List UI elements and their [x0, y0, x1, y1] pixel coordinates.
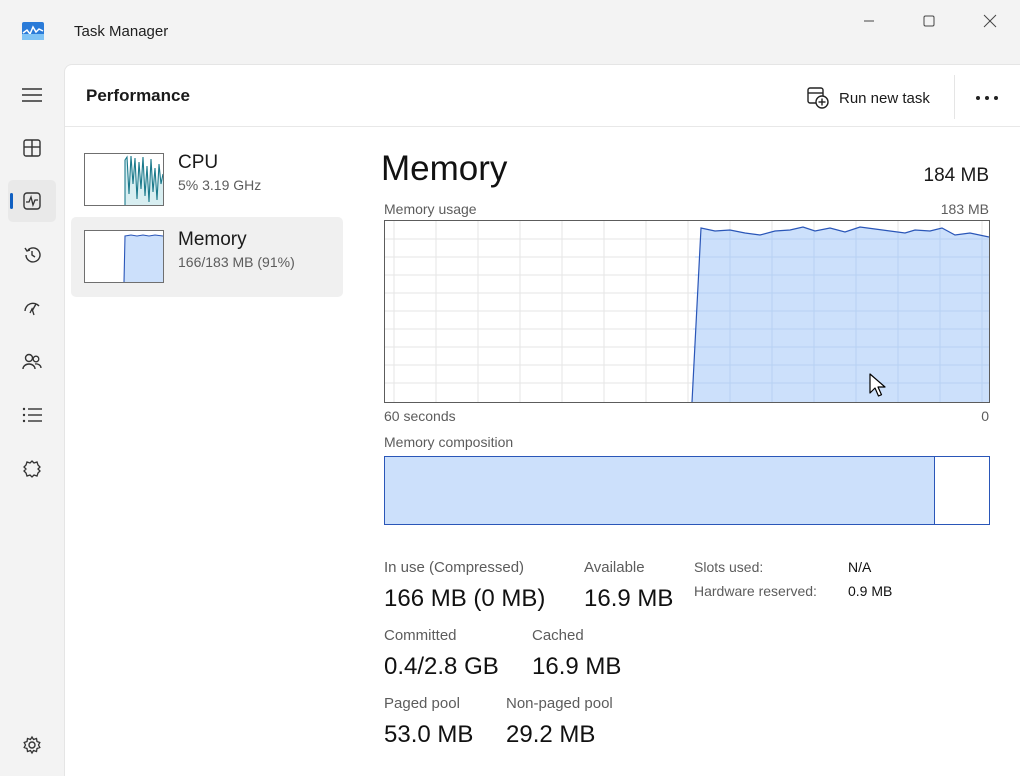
menu-icon: [22, 88, 42, 102]
available-label: Available: [584, 559, 645, 576]
nav-settings[interactable]: [8, 724, 56, 766]
committed-label: Committed: [384, 627, 457, 644]
users-icon: [22, 353, 42, 370]
run-new-task-button[interactable]: Run new task: [803, 84, 934, 112]
mouse-cursor-icon: [869, 373, 886, 397]
slots-used-label: Slots used:: [694, 559, 764, 575]
nav-services[interactable]: [8, 448, 56, 490]
nav-performance[interactable]: [8, 180, 56, 222]
hardware-reserved-value: 0.9 MB: [848, 583, 893, 599]
minimize-button[interactable]: [846, 6, 892, 36]
non-paged-pool-label: Non-paged pool: [506, 695, 613, 712]
window-title: Task Manager: [74, 23, 169, 40]
cached-label: Cached: [532, 627, 584, 644]
history-icon: [24, 247, 41, 263]
memory-usage-chart: [385, 221, 990, 403]
cpu-usage-text: 5% 3.19 GHz: [178, 177, 262, 193]
paged-pool-value: 53.0 MB: [384, 721, 474, 748]
in-use-value: 166 MB (0 MB): [384, 585, 546, 612]
non-paged-pool-value: 29.2 MB: [506, 721, 596, 748]
processes-icon: [23, 139, 41, 157]
nav-details[interactable]: [8, 394, 56, 436]
detail-title: Memory: [381, 149, 508, 188]
cpu-label: CPU: [178, 152, 219, 173]
memory-composition-bar: [384, 456, 990, 525]
cpu-thumbnail-graph: [84, 153, 164, 206]
performance-icon: [23, 192, 41, 210]
details-icon: [22, 407, 42, 423]
resource-item-cpu[interactable]: CPU 5% 3.19 GHz: [71, 131, 343, 211]
header-divider: [954, 75, 955, 119]
maximize-icon: [923, 15, 935, 27]
available-value: 16.9 MB: [584, 585, 674, 612]
resource-item-memory[interactable]: Memory 166/183 MB (91%): [71, 217, 343, 297]
maximize-button[interactable]: [906, 6, 952, 36]
gear-icon: [23, 735, 41, 755]
graph-time-right: 0: [981, 408, 989, 424]
memory-usage-graph: [384, 220, 990, 403]
memory-thumbnail-graph: [84, 230, 164, 283]
more-icon: [976, 96, 998, 100]
slots-used-value: N/A: [848, 559, 872, 575]
page-title: Performance: [86, 86, 190, 105]
memory-total: 184 MB: [923, 165, 989, 186]
paged-pool-label: Paged pool: [384, 695, 460, 712]
active-indicator: [10, 193, 13, 209]
memory-label: Memory: [178, 229, 247, 250]
hardware-reserved-label: Hardware reserved:: [694, 583, 817, 599]
run-new-task-label: Run new task: [839, 89, 930, 107]
memory-in-use-segment: [385, 457, 935, 524]
cached-value: 16.9 MB: [532, 653, 622, 680]
services-icon: [23, 460, 41, 478]
minimize-icon: [864, 20, 874, 22]
graph-time-left: 60 seconds: [384, 408, 456, 424]
memory-usage-text: 166/183 MB (91%): [178, 254, 295, 270]
run-task-icon: [807, 87, 829, 109]
memory-usage-area: [692, 227, 989, 402]
close-button[interactable]: [967, 6, 1013, 36]
memory-thumbnail-fill: [124, 235, 163, 282]
startup-icon: [24, 302, 40, 316]
more-options-button[interactable]: [970, 83, 1004, 113]
nav-processes[interactable]: [8, 127, 56, 169]
nav-users[interactable]: [8, 341, 56, 383]
close-icon: [983, 14, 997, 28]
nav-startup-apps[interactable]: [8, 287, 56, 329]
nav-app-history[interactable]: [8, 234, 56, 276]
page-header: Performance Run new task: [65, 65, 1020, 127]
memory-composition-label: Memory composition: [384, 434, 514, 450]
navigation-rail: [0, 64, 64, 776]
title-bar: Task Manager: [0, 0, 1020, 64]
in-use-label: In use (Compressed): [384, 559, 525, 576]
committed-value: 0.4/2.8 GB: [384, 653, 499, 680]
task-manager-app-icon: [22, 22, 44, 40]
memory-usage-label: Memory usage: [384, 201, 477, 217]
main-panel: Performance Run new task CPU 5% 3.19 GHz…: [64, 64, 1020, 776]
nav-menu-button[interactable]: [8, 74, 56, 116]
memory-usage-max: 183 MB: [940, 201, 989, 217]
